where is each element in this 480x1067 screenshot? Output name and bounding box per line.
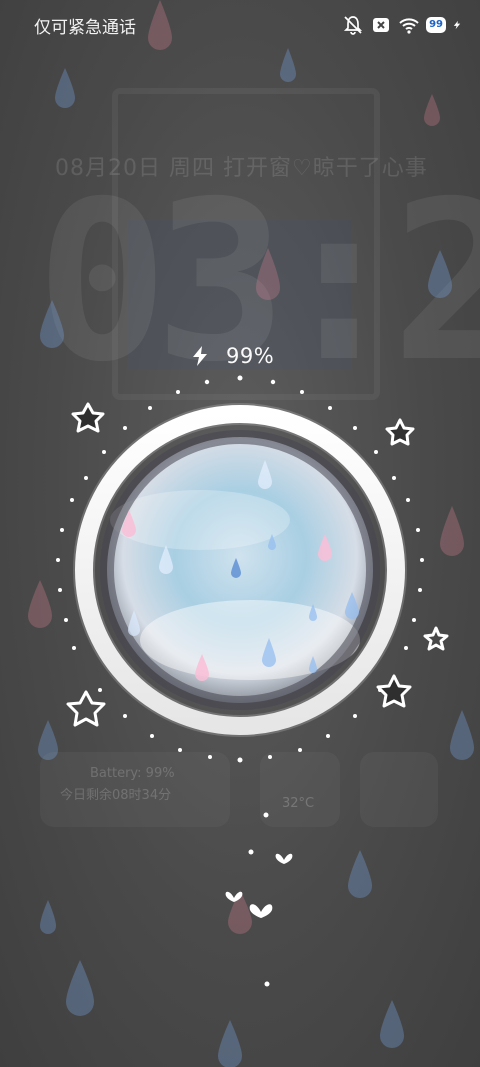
charging-ring — [56, 375, 449, 987]
